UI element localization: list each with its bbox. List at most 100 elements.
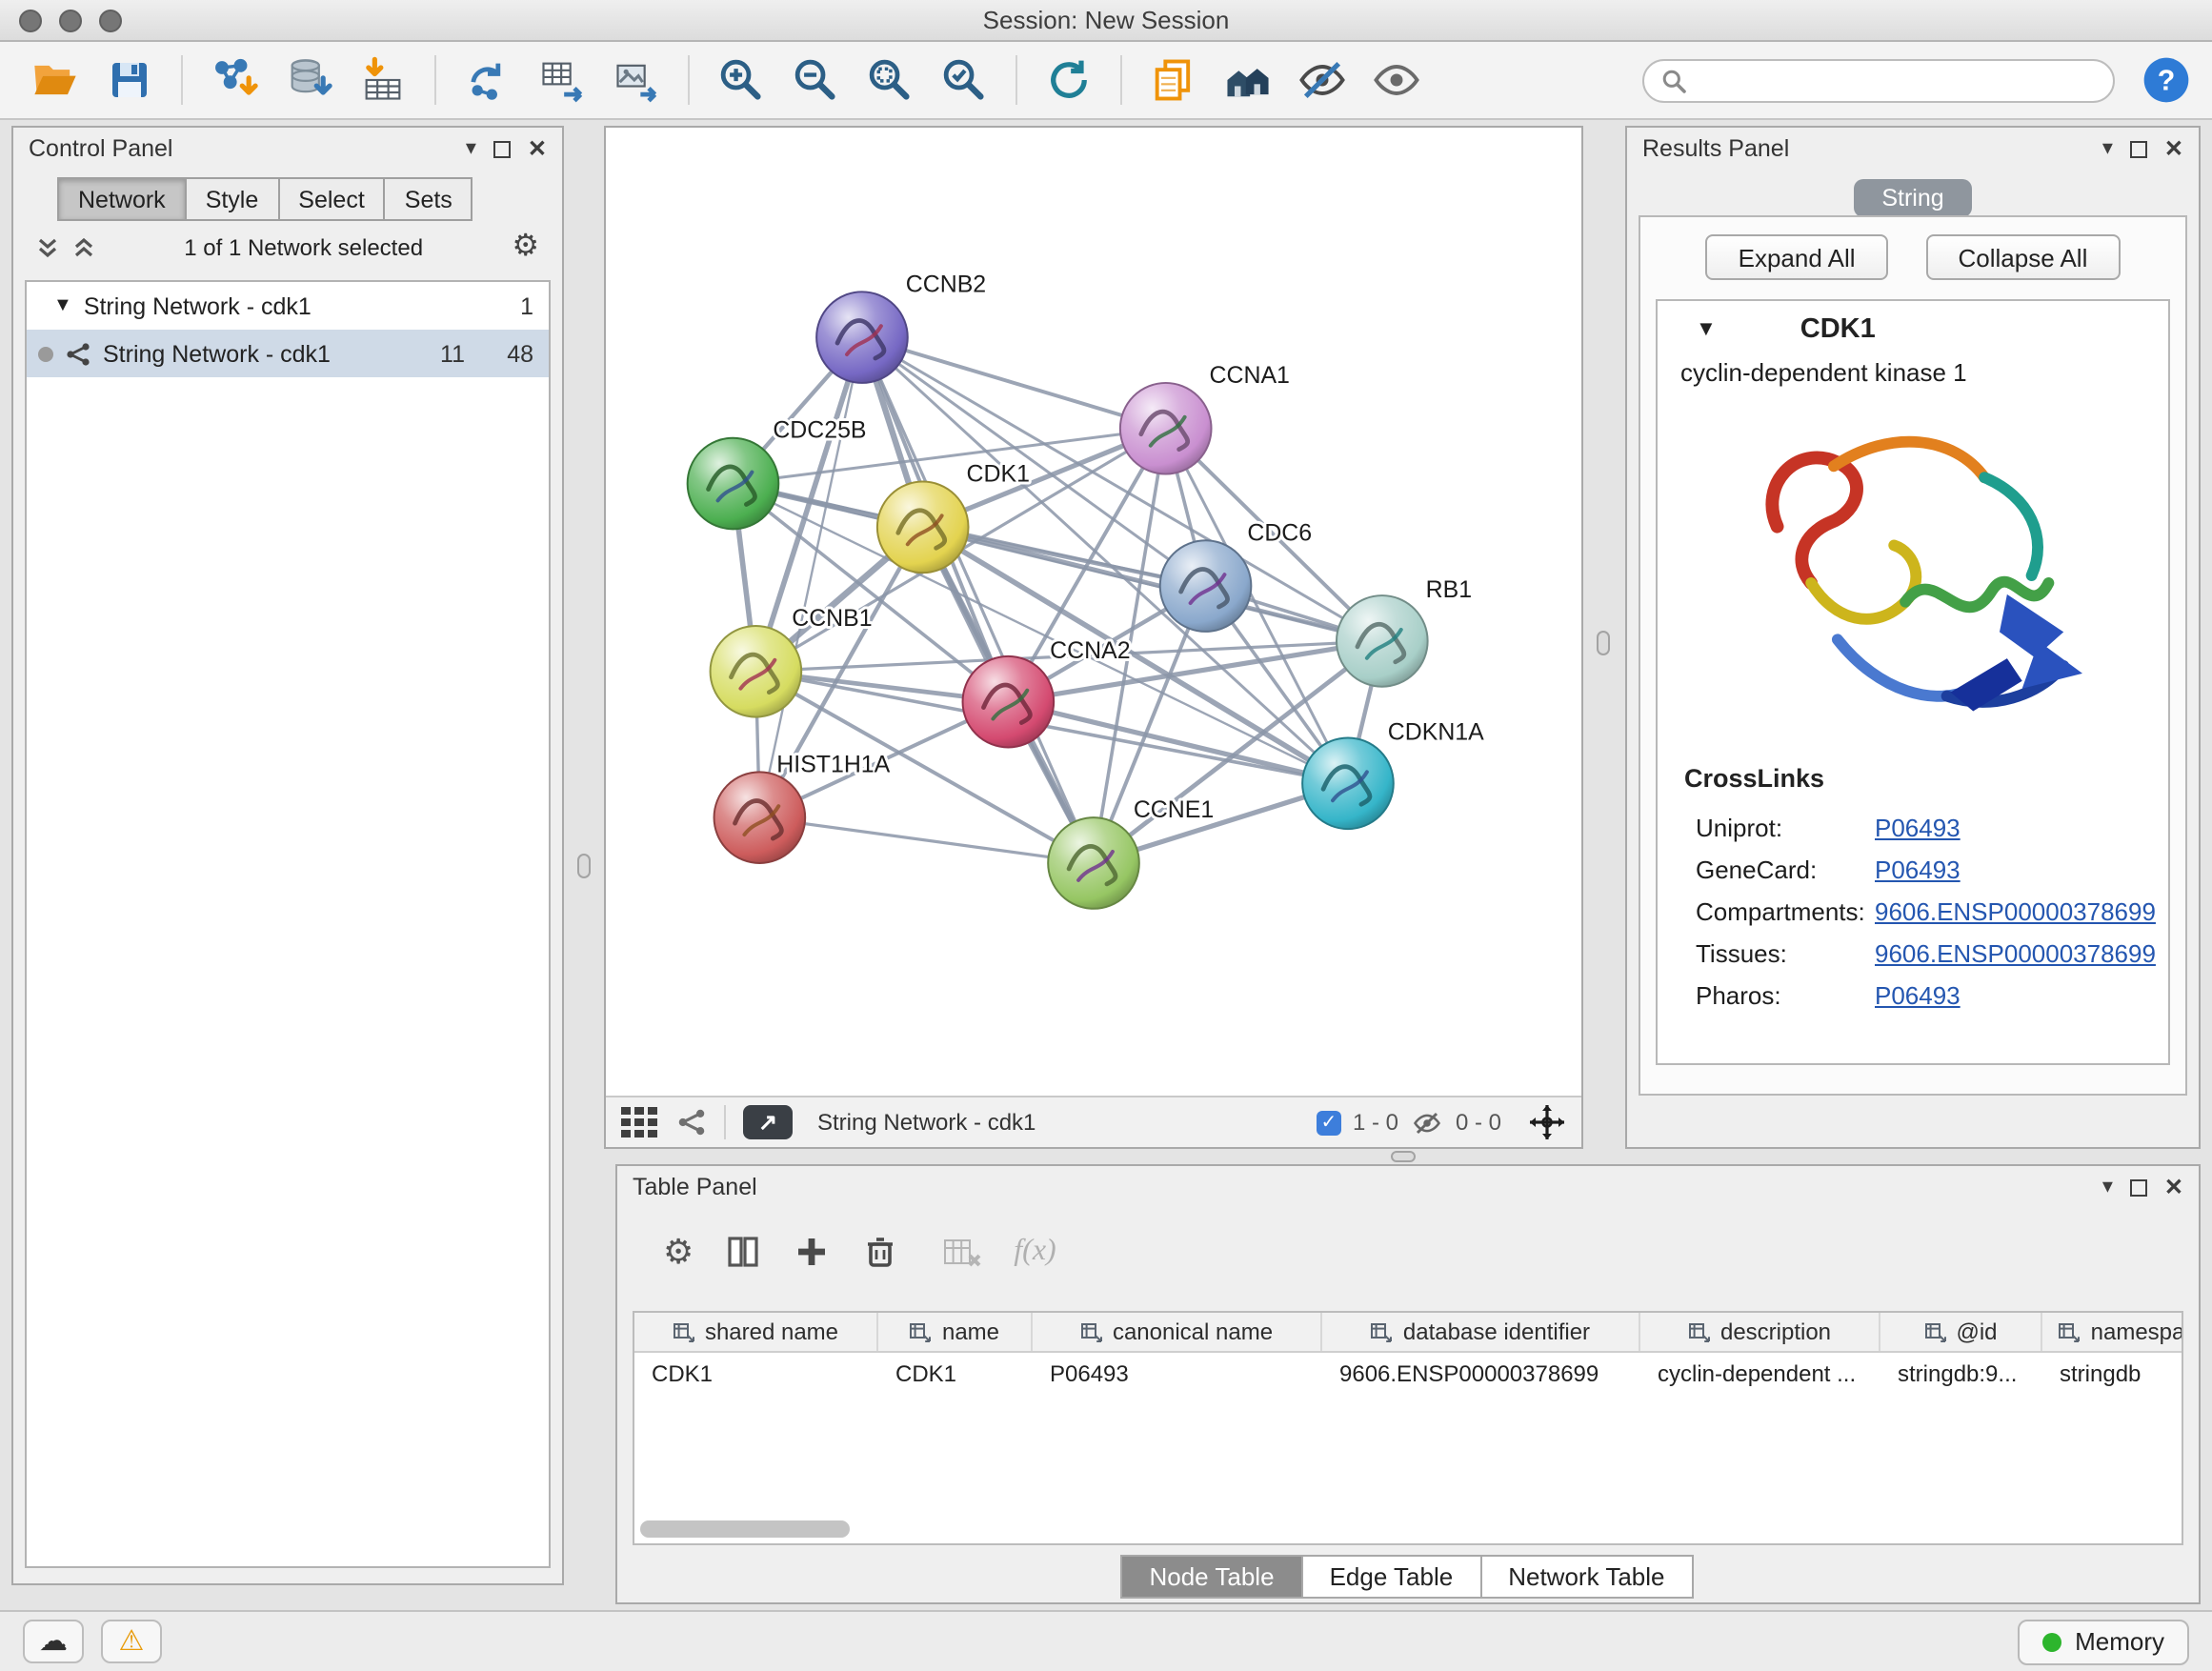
save-session-button[interactable] — [93, 50, 166, 111]
tab-node-table[interactable]: Node Table — [1120, 1555, 1302, 1599]
export-image-button[interactable] — [600, 50, 673, 111]
crosslink-compartments-link[interactable]: 9606.ENSP00000378699 — [1875, 896, 2156, 925]
collapse-all-button[interactable]: Collapse All — [1926, 234, 2121, 280]
apply-layout-button[interactable] — [1033, 50, 1105, 111]
import-network-file-button[interactable] — [198, 50, 271, 111]
network-canvas[interactable]: CCNB2CCNA1CDC25BCDK1CDC6RB1CCNB1CCNA2CDK… — [606, 128, 1581, 1096]
pan-crosshair-icon[interactable] — [1528, 1103, 1566, 1141]
string-home-button[interactable] — [1212, 50, 1284, 111]
tab-network[interactable]: Network — [57, 177, 187, 221]
gear-icon[interactable]: ⚙ — [512, 232, 539, 262]
zoom-in-button[interactable] — [705, 50, 777, 111]
warnings-button[interactable]: ⚠ — [101, 1620, 162, 1663]
collapse-all-icon[interactable] — [36, 235, 59, 258]
copy-document-button[interactable] — [1137, 50, 1210, 111]
float-panel-icon[interactable] — [2130, 140, 2147, 157]
float-panel-icon[interactable] — [2130, 1178, 2147, 1196]
svg-text:CDC25B: CDC25B — [773, 417, 866, 444]
column-description[interactable]: description — [1640, 1313, 1880, 1351]
crosslink-pharos-link[interactable]: P06493 — [1875, 980, 1961, 1009]
add-column-icon[interactable] — [793, 1233, 831, 1271]
toolbar-separator — [1120, 55, 1122, 105]
cell-canonical-name[interactable]: P06493 — [1033, 1359, 1322, 1386]
network-canvas-container[interactable]: CCNB2CCNA1CDC25BCDK1CDC6RB1CCNB1CCNA2CDK… — [606, 128, 1581, 1096]
svg-text:CDC6: CDC6 — [1247, 519, 1312, 546]
cloud-button[interactable]: ☁ — [23, 1620, 84, 1663]
float-panel-icon[interactable] — [493, 140, 511, 157]
cell-description[interactable]: cyclin-dependent ... — [1640, 1359, 1880, 1386]
column-shared-name[interactable]: shared name — [634, 1313, 878, 1351]
import-network-database-button[interactable] — [272, 50, 345, 111]
close-panel-icon[interactable]: ✕ — [2164, 137, 2183, 160]
table-settings-gear-icon[interactable]: ⚙ — [663, 1235, 694, 1269]
cell-database-identifier[interactable]: 9606.ENSP00000378699 — [1322, 1359, 1640, 1386]
disclosure-triangle-icon[interactable]: ▼ — [1696, 318, 1717, 341]
network-collection-row[interactable]: ▼ String Network - cdk1 1 — [27, 282, 549, 330]
selected-checkbox-icon[interactable]: ✓ — [1317, 1110, 1341, 1135]
import-network-file-icon — [210, 55, 259, 105]
expand-all-button[interactable]: Expand All — [1706, 234, 1888, 280]
import-table-button[interactable] — [347, 50, 419, 111]
close-panel-icon[interactable]: ✕ — [528, 137, 547, 160]
cell-namespace[interactable]: stringdb — [2042, 1359, 2183, 1386]
splitter-handle[interactable] — [1597, 631, 1610, 655]
zoom-selected-button[interactable] — [928, 50, 1000, 111]
crosslink-label: Pharos: — [1696, 980, 1875, 1009]
table-row[interactable]: CDK1 CDK1 P06493 9606.ENSP00000378699 cy… — [634, 1353, 2182, 1393]
crosslink-uniprot-link[interactable]: P06493 — [1875, 813, 1961, 841]
collapse-panel-icon[interactable]: ▾ — [2102, 138, 2113, 159]
cell-at-id[interactable]: stringdb:9... — [1880, 1359, 2042, 1386]
control-panel-title: Control Panel — [29, 135, 173, 162]
tab-style[interactable]: Style — [185, 177, 280, 221]
tab-sets[interactable]: Sets — [384, 177, 473, 221]
tab-select[interactable]: Select — [277, 177, 386, 221]
close-panel-icon[interactable]: ✕ — [2164, 1176, 2183, 1198]
tab-network-table[interactable]: Network Table — [1479, 1555, 1693, 1599]
network-tree: ▼ String Network - cdk1 1 String Network… — [25, 280, 551, 1568]
export-table-icon — [537, 55, 587, 105]
memory-label: Memory — [2075, 1627, 2164, 1656]
crosslink-tissues-link[interactable]: 9606.ENSP00000378699 — [1875, 938, 2156, 967]
minimize-window-button[interactable] — [59, 10, 82, 32]
warning-icon: ⚠ — [119, 1627, 145, 1656]
share-icon[interactable] — [676, 1107, 707, 1137]
maximize-window-button[interactable] — [99, 10, 122, 32]
show-columns-icon[interactable] — [724, 1233, 762, 1271]
column-database-identifier[interactable]: database identifier — [1322, 1313, 1640, 1351]
help-button[interactable]: ? — [2140, 53, 2193, 107]
search-input[interactable] — [1698, 67, 2096, 93]
close-window-button[interactable] — [19, 10, 42, 32]
column-canonical-name[interactable]: canonical name — [1033, 1313, 1322, 1351]
open-in-browser-button[interactable]: ↗ — [743, 1105, 793, 1139]
horizontal-scrollbar-thumb[interactable] — [640, 1520, 850, 1538]
export-table-button[interactable] — [526, 50, 598, 111]
collapse-panel-icon[interactable]: ▾ — [466, 138, 476, 159]
network-row-selected[interactable]: String Network - cdk1 11 48 — [27, 330, 549, 377]
crosslink-label: Tissues: — [1696, 938, 1875, 967]
protein-card-header[interactable]: ▼ CDK1 — [1658, 301, 2168, 358]
cell-name[interactable]: CDK1 — [878, 1359, 1033, 1386]
column-at-id[interactable]: @id — [1880, 1313, 2042, 1351]
zoom-fit-button[interactable] — [854, 50, 926, 111]
show-all-button[interactable] — [1360, 50, 1433, 111]
merge-network-button[interactable] — [452, 50, 524, 111]
hide-selected-button[interactable] — [1286, 50, 1358, 111]
column-namespace[interactable]: namespac — [2042, 1313, 2183, 1351]
open-session-button[interactable] — [19, 50, 91, 111]
delete-column-trash-icon[interactable] — [861, 1233, 899, 1271]
expand-all-icon[interactable] — [72, 235, 95, 258]
crosslink-genecard-link[interactable]: P06493 — [1875, 855, 1961, 883]
column-name[interactable]: name — [878, 1313, 1033, 1351]
string-tab-badge[interactable]: String — [1853, 179, 1972, 217]
zoom-out-button[interactable] — [779, 50, 852, 111]
splitter-handle[interactable] — [577, 854, 591, 878]
cell-shared-name[interactable]: CDK1 — [634, 1359, 878, 1386]
memory-button[interactable]: Memory — [2018, 1619, 2189, 1664]
disclosure-triangle-icon[interactable]: ▼ — [53, 295, 72, 316]
crosslink-row: Compartments: 9606.ENSP00000378699 — [1658, 890, 2168, 932]
crosslink-row: Uniprot: P06493 — [1658, 806, 2168, 848]
birdseye-icon[interactable] — [621, 1107, 659, 1137]
splitter-handle[interactable] — [1391, 1151, 1416, 1162]
collapse-panel-icon[interactable]: ▾ — [2102, 1177, 2113, 1198]
tab-edge-table[interactable]: Edge Table — [1301, 1555, 1482, 1599]
